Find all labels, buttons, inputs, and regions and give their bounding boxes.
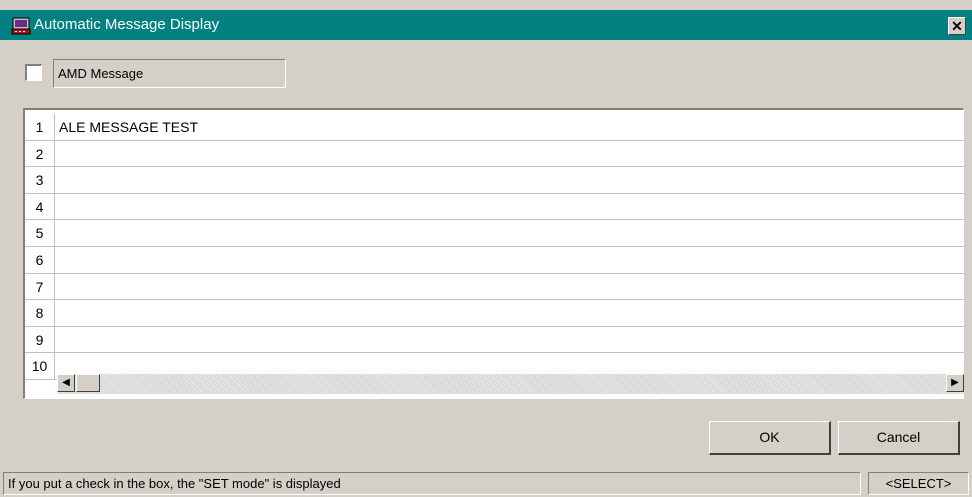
horizontal-scrollbar[interactable]: ◀ ▶ <box>57 374 964 394</box>
table-row[interactable]: 4 <box>25 193 964 221</box>
table-row[interactable]: 2 <box>25 140 964 168</box>
window-title: Automatic Message Display <box>34 16 220 33</box>
scroll-thumb[interactable] <box>76 374 100 392</box>
row-number: 7 <box>25 273 55 300</box>
message-grid[interactable]: 1 ALE MESSAGE TEST 2 3 4 5 6 7 8 9 10 ◀ ▶ <box>23 108 964 399</box>
row-number: 1 <box>25 114 55 140</box>
cancel-button[interactable]: Cancel <box>838 421 960 455</box>
table-row[interactable]: 9 <box>25 326 964 354</box>
table-row[interactable]: 3 <box>25 167 964 194</box>
row-number: 3 <box>25 167 55 193</box>
title-bar[interactable]: Automatic Message Display ✕ <box>0 10 972 40</box>
status-message: If you put a check in the box, the "SET … <box>3 472 861 495</box>
row-number: 4 <box>25 193 55 220</box>
row-number: 10 <box>25 353 55 379</box>
table-row[interactable]: 1 ALE MESSAGE TEST <box>25 114 964 141</box>
message-rows: 1 ALE MESSAGE TEST 2 3 4 5 6 7 8 9 10 <box>25 114 964 380</box>
scroll-right-button[interactable]: ▶ <box>946 374 964 392</box>
close-icon: ✕ <box>951 18 963 34</box>
arrow-right-icon: ▶ <box>951 377 959 388</box>
amd-message-label: AMD Message <box>53 59 286 88</box>
status-mode: <SELECT> <box>868 472 969 495</box>
row-number: 5 <box>25 220 55 246</box>
automatic-message-display-window: Automatic Message Display ✕ AMD Message … <box>0 0 972 497</box>
table-row[interactable]: 5 <box>25 220 964 247</box>
arrow-left-icon: ◀ <box>62 377 70 388</box>
row-number: 6 <box>25 246 55 273</box>
row-number: 8 <box>25 300 55 326</box>
table-row[interactable]: 8 <box>25 300 964 327</box>
ok-button[interactable]: OK <box>709 421 831 455</box>
app-computer-icon <box>11 17 31 35</box>
close-button[interactable]: ✕ <box>948 17 966 35</box>
row-message-cell[interactable]: ALE MESSAGE TEST <box>59 114 198 140</box>
row-number: 2 <box>25 140 55 167</box>
scroll-left-button[interactable]: ◀ <box>57 374 75 392</box>
row-number: 9 <box>25 326 55 353</box>
table-row[interactable]: 7 <box>25 273 964 301</box>
table-row[interactable]: 6 <box>25 246 964 274</box>
amd-message-checkbox[interactable] <box>25 64 42 81</box>
